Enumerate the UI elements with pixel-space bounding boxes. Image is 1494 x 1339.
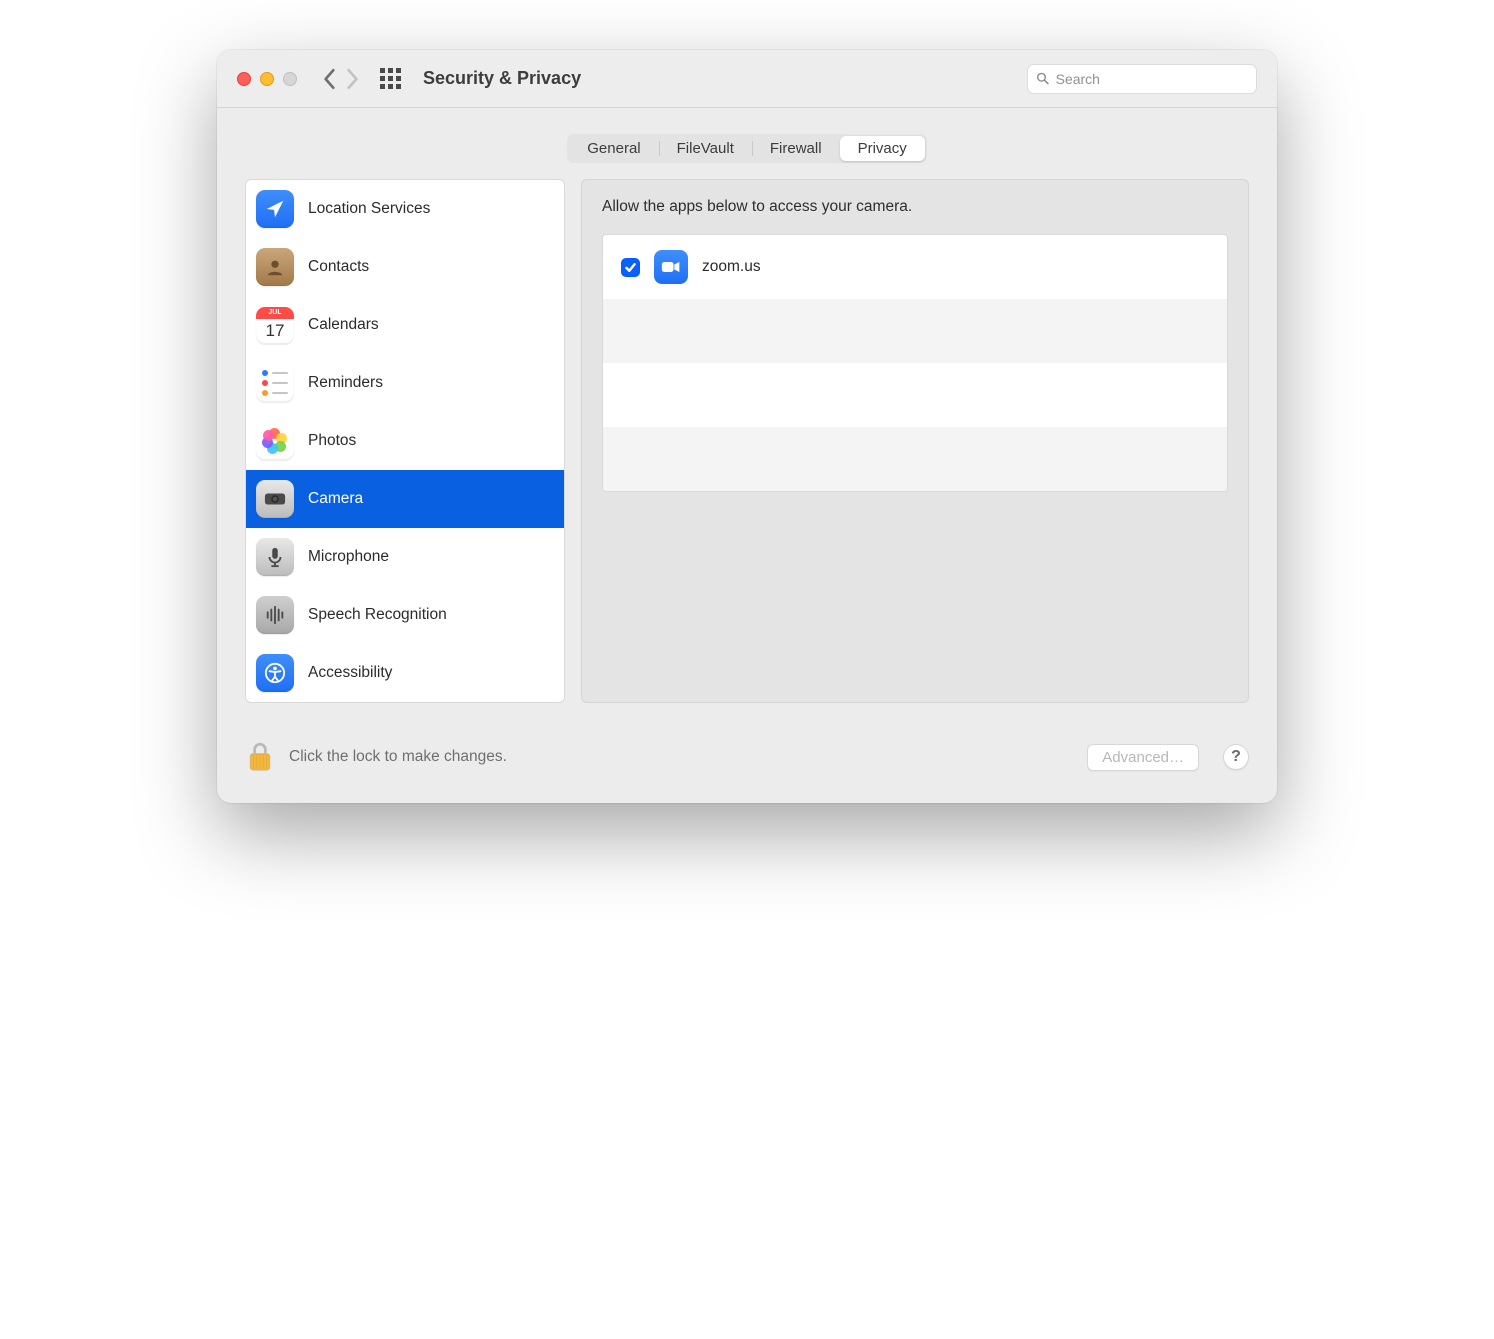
prefs-window: Security & Privacy General FileVault Fir… [217, 50, 1277, 803]
sidebar-item-location[interactable]: Location Services [246, 180, 564, 238]
sidebar-item-label: Location Services [308, 200, 430, 218]
chevron-right-icon [345, 68, 359, 90]
lock-hint-text: Click the lock to make changes. [289, 748, 507, 766]
reminders-icon [256, 364, 294, 402]
sidebar-item-label: Calendars [308, 316, 379, 334]
sidebar-item-camera[interactable]: Camera [246, 470, 564, 528]
camera-app-list[interactable]: zoom.us [602, 234, 1228, 492]
tab-firewall[interactable]: Firewall [752, 136, 840, 161]
tab-filevault[interactable]: FileVault [659, 136, 752, 161]
sidebar-item-accessibility[interactable]: Accessibility [246, 644, 564, 702]
app-row-empty [603, 363, 1227, 427]
sidebar-item-label: Contacts [308, 258, 369, 276]
sidebar-item-contacts[interactable]: Contacts [246, 238, 564, 296]
search-field-wrapper[interactable] [1027, 64, 1257, 94]
grid-icon [380, 68, 401, 89]
accessibility-icon [256, 654, 294, 692]
photos-icon [256, 422, 294, 460]
calendar-icon: JUL 17 [256, 306, 294, 344]
tab-privacy[interactable]: Privacy [840, 136, 925, 161]
app-row: zoom.us [603, 235, 1227, 299]
zoom-app-icon [654, 250, 688, 284]
help-button[interactable]: ? [1223, 744, 1249, 770]
show-all-prefs-button[interactable] [375, 68, 405, 89]
app-row-empty [603, 427, 1227, 491]
sidebar-item-label: Camera [308, 490, 363, 508]
sidebar-item-label: Accessibility [308, 664, 392, 682]
speech-icon [256, 596, 294, 634]
lock-button[interactable] [245, 739, 275, 775]
sidebar-item-reminders[interactable]: Reminders [246, 354, 564, 412]
sidebar-item-label: Microphone [308, 548, 389, 566]
panel-description: Allow the apps below to access your came… [602, 198, 1228, 216]
nav-forward-button [341, 64, 363, 94]
microphone-icon [256, 538, 294, 576]
zoom-window-button [283, 72, 297, 86]
privacy-category-list[interactable]: Location Services Contacts JUL 17 Calend… [245, 179, 565, 703]
traffic-lights [237, 72, 297, 86]
search-icon [1036, 71, 1050, 86]
sidebar-item-label: Photos [308, 432, 356, 450]
sidebar-item-label: Speech Recognition [308, 606, 447, 624]
camera-icon [256, 480, 294, 518]
sidebar-item-label: Reminders [308, 374, 383, 392]
sidebar-item-microphone[interactable]: Microphone [246, 528, 564, 586]
tab-general[interactable]: General [569, 136, 658, 161]
minimize-window-button[interactable] [260, 72, 274, 86]
lock-icon [247, 741, 273, 773]
app-permission-checkbox[interactable] [621, 258, 640, 277]
titlebar: Security & Privacy [217, 50, 1277, 108]
sidebar-item-photos[interactable]: Photos [246, 412, 564, 470]
footer: Click the lock to make changes. Advanced… [217, 703, 1277, 803]
contacts-icon [256, 248, 294, 286]
sidebar-item-speech[interactable]: Speech Recognition [246, 586, 564, 644]
tabs-wrapper: General FileVault Firewall Privacy [217, 108, 1277, 179]
window-title: Security & Privacy [423, 68, 581, 89]
tabs: General FileVault Firewall Privacy [567, 134, 927, 163]
checkmark-icon [624, 261, 637, 274]
advanced-button[interactable]: Advanced… [1087, 744, 1199, 771]
search-input[interactable] [1056, 71, 1248, 87]
privacy-detail-panel: Allow the apps below to access your came… [581, 179, 1249, 703]
content: Location Services Contacts JUL 17 Calend… [217, 179, 1277, 703]
sidebar-item-calendars[interactable]: JUL 17 Calendars [246, 296, 564, 354]
app-row-empty [603, 299, 1227, 363]
close-window-button[interactable] [237, 72, 251, 86]
location-icon [256, 190, 294, 228]
nav-back-button[interactable] [319, 64, 341, 94]
chevron-left-icon [323, 68, 337, 90]
app-name-label: zoom.us [702, 258, 761, 276]
